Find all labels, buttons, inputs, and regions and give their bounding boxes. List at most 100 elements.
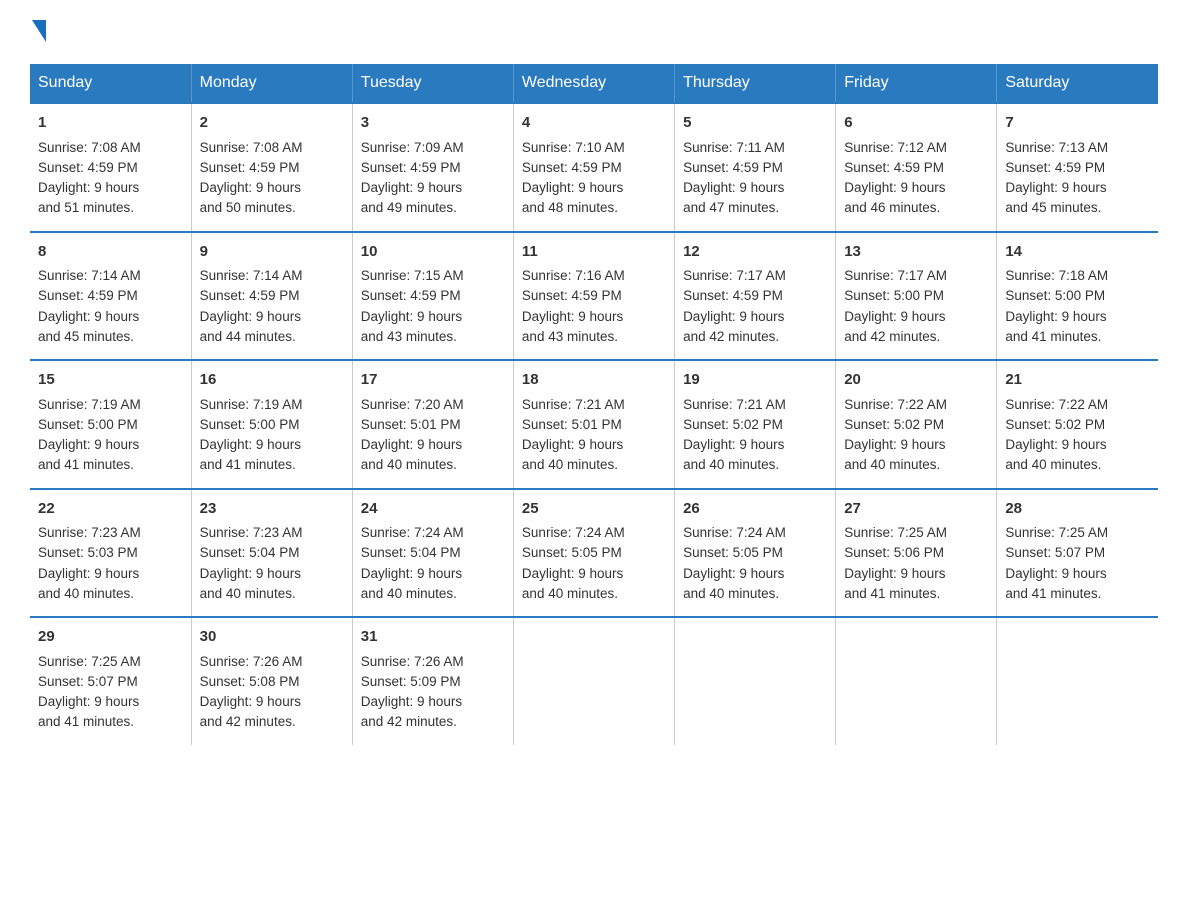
calendar-cell: 5 Sunrise: 7:11 AM Sunset: 4:59 PM Dayli… [675,103,836,232]
weekday-thursday: Thursday [675,64,836,103]
day-number: 17 [361,369,505,392]
calendar-cell: 22 Sunrise: 7:23 AM Sunset: 5:03 PM Dayl… [30,489,191,618]
calendar-cell: 7 Sunrise: 7:13 AM Sunset: 4:59 PM Dayli… [997,103,1158,232]
day-number: 11 [522,241,666,264]
day-number: 1 [38,112,183,135]
day-number: 20 [844,369,988,392]
week-row-3: 15 Sunrise: 7:19 AM Sunset: 5:00 PM Dayl… [30,360,1158,489]
day-number: 21 [1005,369,1150,392]
day-daylight-min: and 47 minutes. [683,200,779,215]
calendar-cell: 18 Sunrise: 7:21 AM Sunset: 5:01 PM Dayl… [513,360,674,489]
day-sunset: Sunset: 5:04 PM [361,545,461,560]
day-sunrise: Sunrise: 7:15 AM [361,268,464,283]
day-number: 5 [683,112,827,135]
calendar-cell: 26 Sunrise: 7:24 AM Sunset: 5:05 PM Dayl… [675,489,836,618]
day-daylight: Daylight: 9 hours [361,566,462,581]
day-daylight-min: and 42 minutes. [844,329,940,344]
day-daylight-min: and 49 minutes. [361,200,457,215]
day-daylight: Daylight: 9 hours [683,309,784,324]
calendar-cell: 4 Sunrise: 7:10 AM Sunset: 4:59 PM Dayli… [513,103,674,232]
calendar-cell: 8 Sunrise: 7:14 AM Sunset: 4:59 PM Dayli… [30,232,191,361]
calendar-cell: 13 Sunrise: 7:17 AM Sunset: 5:00 PM Dayl… [836,232,997,361]
day-sunrise: Sunrise: 7:22 AM [1005,397,1108,412]
day-daylight: Daylight: 9 hours [683,437,784,452]
calendar-cell: 31 Sunrise: 7:26 AM Sunset: 5:09 PM Dayl… [352,617,513,745]
day-daylight: Daylight: 9 hours [38,309,139,324]
day-daylight: Daylight: 9 hours [38,694,139,709]
day-number: 26 [683,498,827,521]
day-sunset: Sunset: 4:59 PM [683,160,783,175]
day-number: 29 [38,626,183,649]
day-daylight: Daylight: 9 hours [844,309,945,324]
day-sunrise: Sunrise: 7:26 AM [200,654,303,669]
day-sunset: Sunset: 5:03 PM [38,545,138,560]
calendar-cell: 25 Sunrise: 7:24 AM Sunset: 5:05 PM Dayl… [513,489,674,618]
day-sunset: Sunset: 5:02 PM [683,417,783,432]
day-daylight-min: and 41 minutes. [200,457,296,472]
day-sunrise: Sunrise: 7:23 AM [38,525,141,540]
day-sunset: Sunset: 5:00 PM [200,417,300,432]
day-sunrise: Sunrise: 7:17 AM [844,268,947,283]
day-daylight: Daylight: 9 hours [200,694,301,709]
day-daylight: Daylight: 9 hours [683,180,784,195]
day-daylight: Daylight: 9 hours [1005,437,1106,452]
day-daylight-min: and 43 minutes. [522,329,618,344]
weekday-header-row: SundayMondayTuesdayWednesdayThursdayFrid… [30,64,1158,103]
day-daylight-min: and 45 minutes. [38,329,134,344]
calendar-cell: 23 Sunrise: 7:23 AM Sunset: 5:04 PM Dayl… [191,489,352,618]
day-sunset: Sunset: 5:05 PM [683,545,783,560]
day-number: 31 [361,626,505,649]
day-daylight: Daylight: 9 hours [1005,566,1106,581]
day-daylight-min: and 42 minutes. [683,329,779,344]
day-sunset: Sunset: 4:59 PM [200,160,300,175]
day-daylight: Daylight: 9 hours [361,180,462,195]
day-daylight: Daylight: 9 hours [38,566,139,581]
weekday-wednesday: Wednesday [513,64,674,103]
day-sunrise: Sunrise: 7:16 AM [522,268,625,283]
calendar-cell: 3 Sunrise: 7:09 AM Sunset: 4:59 PM Dayli… [352,103,513,232]
day-sunset: Sunset: 4:59 PM [38,160,138,175]
day-daylight-min: and 40 minutes. [1005,457,1101,472]
day-sunrise: Sunrise: 7:26 AM [361,654,464,669]
day-sunset: Sunset: 5:04 PM [200,545,300,560]
day-number: 24 [361,498,505,521]
day-daylight: Daylight: 9 hours [522,566,623,581]
day-sunset: Sunset: 5:07 PM [38,674,138,689]
day-daylight-min: and 46 minutes. [844,200,940,215]
day-number: 12 [683,241,827,264]
day-number: 25 [522,498,666,521]
day-daylight-min: and 45 minutes. [1005,200,1101,215]
calendar-cell: 28 Sunrise: 7:25 AM Sunset: 5:07 PM Dayl… [997,489,1158,618]
calendar-cell [675,617,836,745]
day-sunrise: Sunrise: 7:18 AM [1005,268,1108,283]
day-sunrise: Sunrise: 7:14 AM [38,268,141,283]
calendar-cell: 21 Sunrise: 7:22 AM Sunset: 5:02 PM Dayl… [997,360,1158,489]
day-sunrise: Sunrise: 7:17 AM [683,268,786,283]
day-daylight: Daylight: 9 hours [1005,180,1106,195]
day-sunset: Sunset: 4:59 PM [200,288,300,303]
day-number: 22 [38,498,183,521]
day-daylight-min: and 50 minutes. [200,200,296,215]
day-number: 10 [361,241,505,264]
page-header [30,20,1158,44]
day-sunrise: Sunrise: 7:25 AM [38,654,141,669]
day-daylight-min: and 41 minutes. [1005,329,1101,344]
day-number: 2 [200,112,344,135]
day-sunset: Sunset: 5:08 PM [200,674,300,689]
calendar-table: SundayMondayTuesdayWednesdayThursdayFrid… [30,64,1158,745]
day-sunrise: Sunrise: 7:21 AM [522,397,625,412]
day-sunrise: Sunrise: 7:24 AM [683,525,786,540]
day-daylight: Daylight: 9 hours [522,437,623,452]
calendar-cell: 16 Sunrise: 7:19 AM Sunset: 5:00 PM Dayl… [191,360,352,489]
calendar-cell: 27 Sunrise: 7:25 AM Sunset: 5:06 PM Dayl… [836,489,997,618]
calendar-cell: 19 Sunrise: 7:21 AM Sunset: 5:02 PM Dayl… [675,360,836,489]
day-daylight: Daylight: 9 hours [38,180,139,195]
day-daylight-min: and 41 minutes. [38,714,134,729]
calendar-cell: 14 Sunrise: 7:18 AM Sunset: 5:00 PM Dayl… [997,232,1158,361]
day-sunset: Sunset: 4:59 PM [361,160,461,175]
day-sunset: Sunset: 5:05 PM [522,545,622,560]
calendar-cell: 10 Sunrise: 7:15 AM Sunset: 4:59 PM Dayl… [352,232,513,361]
calendar-cell [836,617,997,745]
day-sunrise: Sunrise: 7:25 AM [844,525,947,540]
day-sunset: Sunset: 4:59 PM [1005,160,1105,175]
